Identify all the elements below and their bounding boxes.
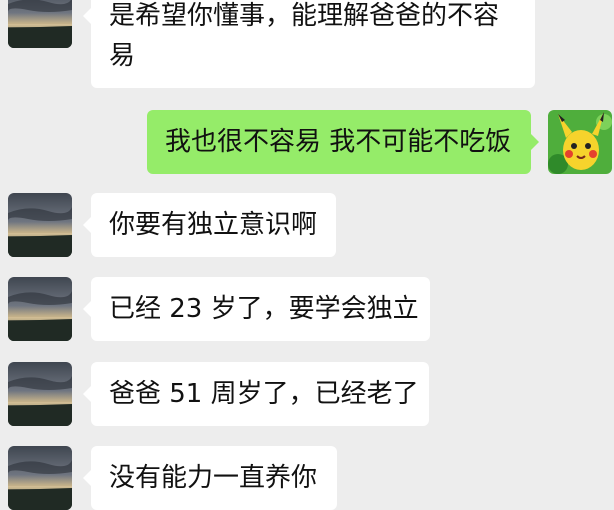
message-bubble[interactable]: 已经 23 岁了，要学会独立 bbox=[83, 277, 430, 341]
message-bubble[interactable]: 是希望你懂事，能理解爸爸的不容 易 bbox=[83, 0, 535, 88]
sender-avatar[interactable] bbox=[8, 277, 72, 341]
sender-avatar[interactable] bbox=[8, 362, 72, 426]
message-text: 是希望你懂事，能理解爸爸的不容 bbox=[109, 1, 500, 31]
sender-avatar[interactable] bbox=[8, 193, 72, 257]
pikachu-icon bbox=[548, 110, 612, 174]
message-bubble[interactable]: 爸爸 51 周岁了，已经老了 bbox=[83, 362, 429, 426]
sunset-landscape-icon bbox=[8, 193, 72, 257]
message-text: 易 bbox=[109, 41, 136, 71]
message-bubble[interactable]: 没有能力一直养你 bbox=[83, 446, 337, 510]
message-text: 没有能力一直养你 bbox=[109, 463, 318, 493]
message-text: 我也很不容易 我不可能不吃饭 bbox=[165, 127, 512, 157]
sender-avatar[interactable] bbox=[8, 446, 72, 510]
message-text: 已经 23 岁了，要学会独立 bbox=[109, 294, 419, 324]
message-text: 你要有独立意识啊 bbox=[109, 210, 318, 240]
sunset-landscape-icon bbox=[8, 277, 72, 341]
sunset-landscape-icon bbox=[8, 446, 72, 510]
message-bubble[interactable]: 你要有独立意识啊 bbox=[83, 193, 336, 257]
self-avatar[interactable] bbox=[548, 110, 612, 174]
sunset-landscape-icon bbox=[8, 362, 72, 426]
message-bubble[interactable]: 我也很不容易 我不可能不吃饭 bbox=[147, 110, 539, 174]
chat-thread: 是希望你懂事，能理解爸爸的不容 易 我也很不容易 我不可能不吃饭 你要有独立意识… bbox=[0, 0, 614, 510]
sunset-landscape-icon bbox=[8, 0, 72, 48]
message-text: 爸爸 51 周岁了，已经老了 bbox=[109, 379, 419, 409]
sender-avatar[interactable] bbox=[8, 0, 72, 48]
